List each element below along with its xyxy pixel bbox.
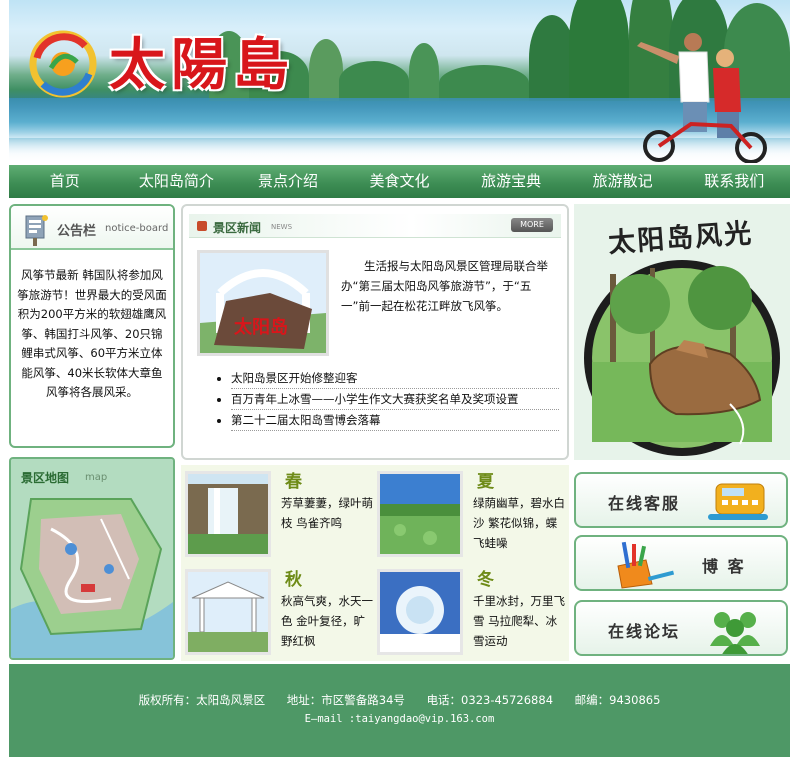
news-title: 景区新闻 <box>213 221 262 235</box>
season-summer[interactable]: 夏 绿荫幽草，碧水白沙 繁花似锦，蝶飞蛙噪 <box>373 465 565 561</box>
notice-board-header: 公告栏 notice-board <box>11 206 173 250</box>
pencil-cup-icon <box>617 541 675 589</box>
footer-address: 地址：市区警备路34号 <box>286 693 405 707</box>
online-service-label: 在线客服 <box>608 494 681 513</box>
news-photo-caption: 太阳岛 <box>234 316 288 338</box>
banner-hill <box>309 39 343 101</box>
winter-photo-image <box>380 572 460 652</box>
news-bullet-icon <box>197 221 207 231</box>
news-photo-image: 太阳岛 <box>200 253 326 353</box>
forum-label: 在线论坛 <box>608 622 681 641</box>
news-title-en: NEWS <box>271 223 293 231</box>
logo-icon <box>29 30 97 98</box>
season-desc: 秋高气爽，水天一色 金叶复径，旷野红枫 <box>281 594 373 648</box>
main-nav: 首页 太阳岛简介 景点介绍 美食文化 旅游宝典 旅游散记 联系我们 <box>9 165 790 198</box>
footer-postcode: 邮编：9430865 <box>574 693 661 707</box>
footer-info: 版权所有：太阳岛风景区 地址：市区警备路34号 电话：0323-45726884… <box>9 692 790 708</box>
nav-item-travel-notes[interactable]: 旅游散记 <box>567 165 679 198</box>
banner-hill <box>409 43 439 101</box>
autumn-photo[interactable] <box>185 569 271 655</box>
scenery-panel: 太阳岛风光 <box>574 204 790 460</box>
scenery-photo[interactable] <box>580 254 784 456</box>
season-autumn[interactable]: 秋 秋高气爽，水天一色 金叶复径，旷野红枫 <box>181 563 373 659</box>
seasons-panel: 春 芳草萋萋，绿叶萌枝 鸟雀齐鸣 夏 绿荫幽草，碧水白沙 繁花似锦，蝶飞蛙噪 秋… <box>181 465 569 661</box>
summer-photo[interactable] <box>377 471 463 557</box>
winter-photo[interactable] <box>377 569 463 655</box>
season-name: 冬 <box>477 570 494 590</box>
news-more-button[interactable]: MORE <box>511 218 553 232</box>
blog-button[interactable]: 博 客 <box>574 535 788 591</box>
map-title: 景区地图 <box>21 471 70 485</box>
nav-item-attractions[interactable]: 景点介绍 <box>232 165 344 198</box>
notice-board-icon <box>25 215 48 246</box>
news-item[interactable]: 百万青年上冰雪——小学生作文大赛获奖名单及奖项设置 <box>231 389 559 410</box>
notice-board-title: 公告栏 <box>57 224 97 239</box>
nav-item-home[interactable]: 首页 <box>9 165 121 198</box>
season-name: 秋 <box>285 570 302 590</box>
online-service-button[interactable]: 在线客服 <box>574 472 788 528</box>
forum-button[interactable]: 在线论坛 <box>574 600 788 656</box>
notice-board: 公告栏 notice-board 风筝节最新 韩国队将参加风筝旅游节！世界最大的… <box>9 204 175 448</box>
news-lead-text: 生活报与太阳岛风景区管理局联合举办“第三届太阳岛风筝旅游节”，于“五一”前一起在… <box>341 259 548 313</box>
scenic-map[interactable]: 景区地图 map <box>9 457 175 660</box>
nav-item-food[interactable]: 美食文化 <box>344 165 456 198</box>
footer-copyright: 版权所有：太阳岛风景区 <box>138 693 266 707</box>
scenery-title: 太阳岛风光 <box>607 217 755 260</box>
calculator-icon <box>708 483 768 520</box>
blog-label: 博 客 <box>702 557 746 576</box>
news-list: 太阳岛景区开始修整迎客 百万青年上冰雪——小学生作文大赛获奖名单及奖项设置 第二… <box>227 368 559 431</box>
season-spring[interactable]: 春 芳草萋萋，绿叶萌枝 鸟雀齐鸣 <box>181 465 373 561</box>
season-desc: 千里冰封，万里飞雪 马拉爬犁、冰雪运动 <box>473 594 565 648</box>
news-header: 景区新闻 NEWS MORE <box>189 214 561 238</box>
banner-hill <box>339 61 409 101</box>
spring-photo-image <box>188 474 268 554</box>
map-image <box>11 459 173 658</box>
news-photo[interactable]: 太阳岛 <box>197 250 329 356</box>
season-name: 春 <box>285 472 302 492</box>
map-title-en: map <box>85 472 108 483</box>
season-name: 夏 <box>477 472 494 492</box>
notice-board-title-en: notice-board <box>105 223 169 234</box>
logo-text: 太陽島 <box>109 32 295 98</box>
users-icon <box>710 612 760 654</box>
footer-phone: 电话：0323-45726884 <box>426 693 554 707</box>
spring-photo[interactable] <box>185 471 271 557</box>
season-desc: 芳草萋萋，绿叶萌枝 鸟雀齐鸣 <box>281 496 373 530</box>
site-banner: 太陽島 <box>9 0 790 163</box>
notice-board-text: 风筝节最新 韩国队将参加风筝旅游节！世界最大的受风面积为200平方米的软翅雄鹰风… <box>17 268 167 399</box>
nav-item-contact[interactable]: 联系我们 <box>678 165 790 198</box>
footer: 版权所有：太阳岛风景区 地址：市区警备路34号 电话：0323-45726884… <box>9 664 790 757</box>
footer-email[interactable]: E—mail :taiyangdao@vip.163.com <box>9 713 790 725</box>
summer-photo-image <box>380 474 460 554</box>
autumn-photo-image <box>188 572 268 652</box>
tourists-photo <box>637 33 767 163</box>
banner-hill <box>439 65 529 101</box>
news-panel: 景区新闻 NEWS MORE 太阳岛 生活报与太阳岛风景区管理局联合举办“第三届… <box>181 204 569 460</box>
news-item[interactable]: 太阳岛景区开始修整迎客 <box>231 368 559 389</box>
season-desc: 绿荫幽草，碧水白沙 繁花似锦，蝶飞蛙噪 <box>473 496 565 550</box>
season-winter[interactable]: 冬 千里冰封，万里飞雪 马拉爬犁、冰雪运动 <box>373 563 565 659</box>
news-item[interactable]: 第二十二届太阳岛雪博会落幕 <box>231 410 559 431</box>
nav-item-travel-guide[interactable]: 旅游宝典 <box>455 165 567 198</box>
nav-item-intro[interactable]: 太阳岛简介 <box>121 165 233 198</box>
